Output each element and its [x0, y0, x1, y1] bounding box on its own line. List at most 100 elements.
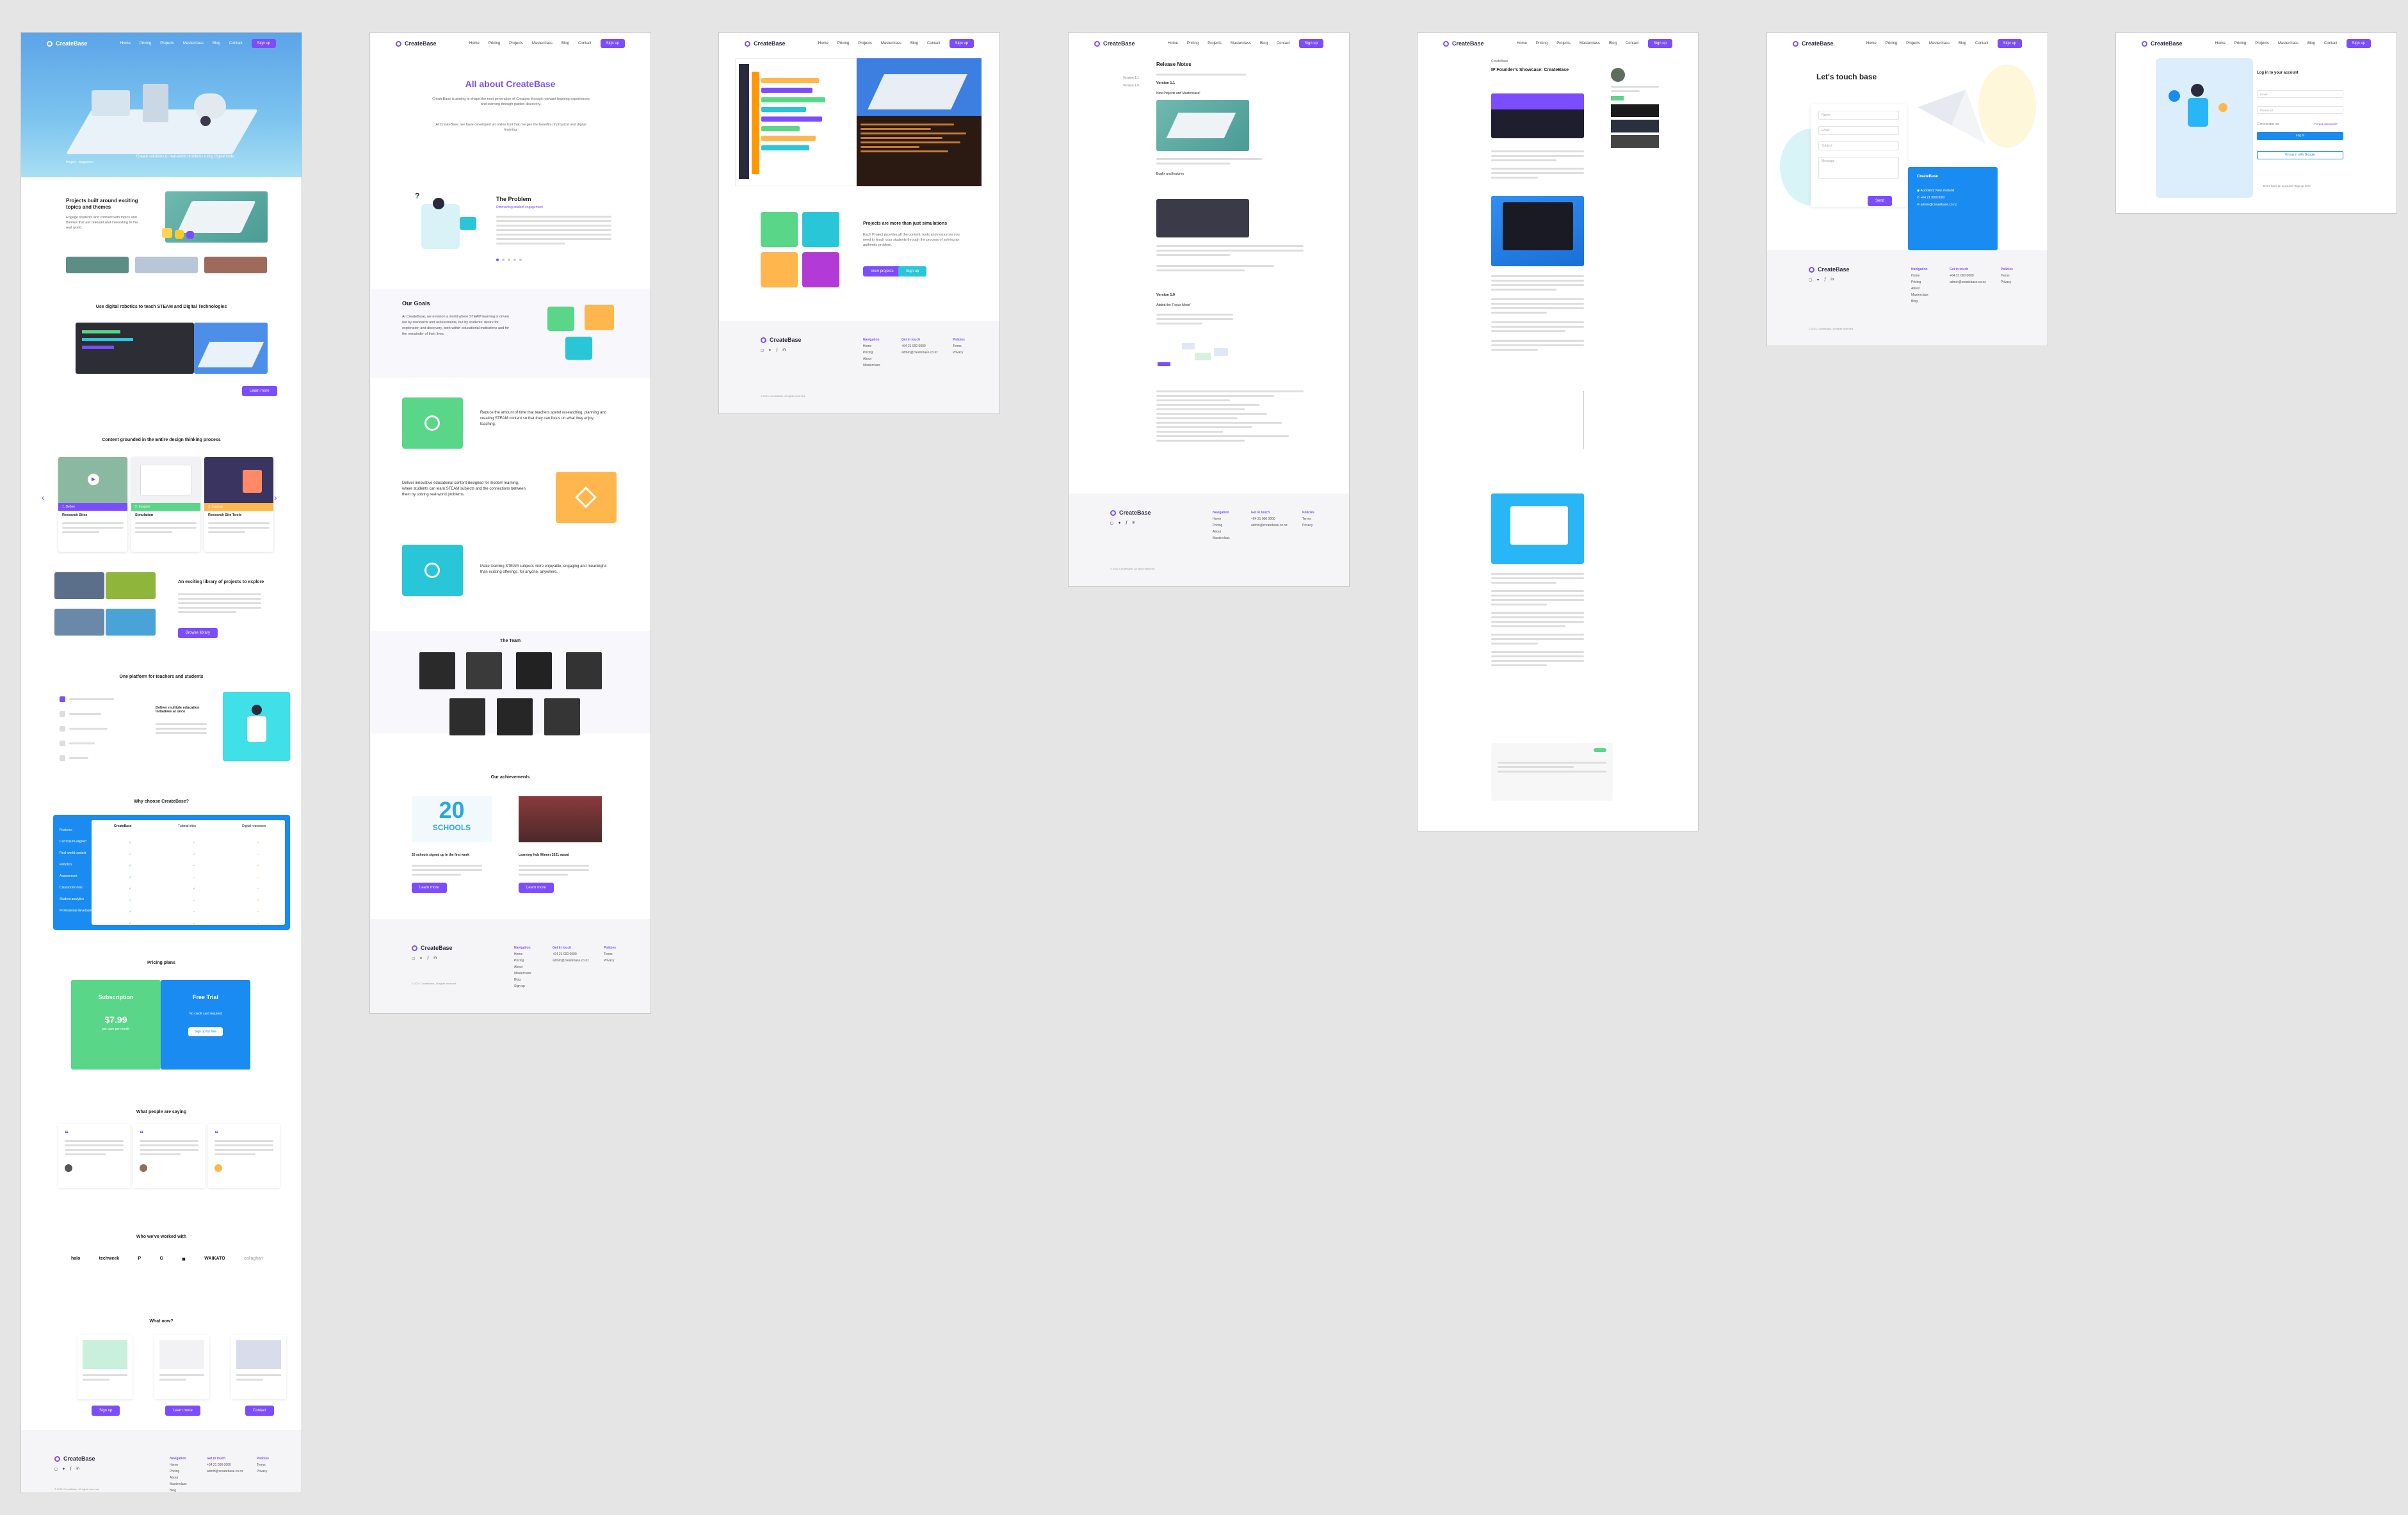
nav-blog[interactable]: Blog — [2307, 42, 2315, 45]
plan-subscription[interactable]: Subscription $7.99 per user per month — [71, 980, 161, 1070]
nav-home[interactable]: Home — [1866, 42, 1877, 45]
nav-blog[interactable]: Blog — [1609, 42, 1617, 45]
nav-masterclass[interactable]: Masterclass — [532, 42, 553, 45]
message-field[interactable]: Message — [1818, 157, 1899, 179]
nav-contact[interactable]: Contact — [2324, 42, 2338, 45]
brand-logo[interactable]: CreateBase — [1443, 40, 1484, 47]
nav-home[interactable]: Home — [1517, 42, 1527, 45]
footer-link[interactable]: Home — [1213, 517, 1221, 521]
signup-button[interactable]: Sign up — [1647, 39, 1672, 48]
footer-link[interactable]: About — [863, 357, 871, 361]
follow-button[interactable] — [1611, 96, 1624, 100]
next-contact-button[interactable]: Contact — [245, 1406, 274, 1416]
facebook-icon[interactable]: ƒ — [70, 1467, 72, 1471]
nav-projects[interactable]: Projects — [2255, 42, 2269, 45]
s3-card-3[interactable]: 3. Improve Research Site Tools — [204, 457, 273, 552]
email-field[interactable]: Email — [1818, 126, 1899, 135]
nav-masterclass[interactable]: Masterclass — [2278, 42, 2299, 45]
footer-link[interactable]: Pricing — [514, 959, 524, 963]
google-login-button[interactable]: G Log in with Google — [2257, 151, 2343, 159]
nav-home[interactable]: Home — [2215, 42, 2226, 45]
nav-blog[interactable]: Blog — [213, 42, 220, 45]
carousel-prev-icon[interactable]: ‹ — [42, 492, 45, 502]
s3-card-2[interactable]: 2. Imagine Simulation — [131, 457, 200, 552]
facebook-icon[interactable]: ƒ — [1824, 278, 1826, 282]
signup-button[interactable]: Sign up — [1997, 39, 2022, 48]
nav-pricing[interactable]: Pricing — [1886, 42, 1897, 45]
nav-projects[interactable]: Projects — [160, 42, 174, 45]
twitter-icon[interactable]: ✦ — [62, 1467, 65, 1471]
footer-link[interactable]: Terms — [953, 344, 962, 348]
footer-link[interactable]: Privacy — [953, 351, 963, 355]
footer-link[interactable]: Masterclass — [863, 364, 880, 367]
brand-logo[interactable]: CreateBase — [47, 40, 88, 47]
nav-home[interactable]: Home — [818, 42, 828, 45]
nav-pricing[interactable]: Pricing — [140, 42, 151, 45]
brand-logo[interactable]: CreateBase — [1094, 40, 1135, 47]
instagram-icon[interactable]: ◻ — [1809, 278, 1812, 282]
play-icon[interactable]: ▶ — [88, 474, 99, 485]
signup-link[interactable]: Don't have an account? Sign up here — [2263, 184, 2311, 188]
footer-link[interactable]: Home — [863, 344, 871, 348]
footer-logo[interactable]: CreateBase — [1809, 266, 1850, 273]
footer-link[interactable]: Privacy — [604, 959, 614, 963]
nav-contact[interactable]: Contact — [927, 42, 941, 45]
nav-home[interactable]: Home — [1168, 42, 1178, 45]
footer-link[interactable]: Masterclass — [170, 1482, 187, 1486]
footer-phone[interactable]: +64 21 000 0000 — [901, 344, 926, 348]
nav-blog[interactable]: Blog — [1260, 42, 1268, 45]
subject-field[interactable]: Subject — [1818, 141, 1899, 150]
footer-link[interactable]: About — [514, 965, 522, 969]
contact-email[interactable]: admin@createbase.co.nz — [1921, 203, 1957, 207]
sidebar-version-link[interactable]: Version 1.0 — [1123, 82, 1139, 90]
footer-link[interactable]: Privacy — [1302, 524, 1313, 527]
nav-projects[interactable]: Projects — [858, 42, 872, 45]
nav-contact[interactable]: Contact — [578, 42, 592, 45]
twitter-icon[interactable]: ✦ — [768, 348, 772, 353]
footer-link[interactable]: About — [1911, 287, 1919, 291]
facebook-icon[interactable]: ƒ — [1126, 521, 1127, 525]
nav-projects[interactable]: Projects — [1208, 42, 1222, 45]
nav-projects[interactable]: Projects — [1556, 42, 1571, 45]
contact-phone[interactable]: +64 21 000 0000 — [1921, 196, 1945, 200]
send-button[interactable]: Send — [1868, 196, 1893, 206]
linkedin-icon[interactable]: in — [76, 1467, 79, 1471]
footer-link[interactable]: About — [170, 1476, 178, 1480]
footer-link[interactable]: Blog — [1911, 300, 1918, 303]
name-field[interactable]: Name — [1818, 111, 1899, 120]
linkedin-icon[interactable]: in — [1132, 521, 1135, 525]
brand-logo[interactable]: CreateBase — [2142, 40, 2183, 47]
footer-link[interactable]: Masterclass — [514, 972, 531, 975]
instagram-icon[interactable]: ◻ — [1110, 521, 1113, 525]
nav-contact[interactable]: Contact — [1975, 42, 1989, 45]
view-projects-button[interactable]: View projects — [863, 266, 901, 277]
signup-button[interactable]: Sign up — [251, 39, 276, 48]
nav-masterclass[interactable]: Masterclass — [1929, 42, 1950, 45]
twitter-icon[interactable]: ✦ — [1816, 278, 1820, 282]
nav-masterclass[interactable]: Masterclass — [1231, 42, 1251, 45]
footer-link[interactable]: Blog — [514, 978, 521, 982]
linkedin-icon[interactable]: in — [1830, 278, 1834, 282]
footer-phone[interactable]: +64 21 000 0000 — [207, 1463, 231, 1467]
nav-contact[interactable]: Contact — [229, 42, 243, 45]
carousel-dots[interactable] — [496, 259, 522, 261]
nav-contact[interactable]: Contact — [1626, 42, 1639, 45]
twitter-icon[interactable]: ✦ — [1118, 521, 1121, 525]
footer-email[interactable]: admin@createbase.co.nz — [1251, 524, 1288, 527]
signup-button[interactable]: Sign up — [1298, 39, 1323, 48]
footer-link[interactable]: Privacy — [2001, 280, 2011, 284]
footer-link[interactable]: Home — [1911, 274, 1919, 278]
next-learn-button[interactable]: Learn more — [165, 1406, 200, 1416]
footer-phone[interactable]: +64 21 000 0000 — [553, 952, 577, 956]
nav-projects[interactable]: Projects — [1906, 42, 1920, 45]
nav-pricing[interactable]: Pricing — [2234, 42, 2246, 45]
footer-link[interactable]: Masterclass — [1911, 293, 1928, 297]
twitter-icon[interactable]: ✦ — [419, 956, 423, 961]
instagram-icon[interactable]: ◻ — [412, 956, 415, 961]
login-password-field[interactable]: Password — [2257, 106, 2343, 114]
footer-email[interactable]: admin@createbase.co.nz — [553, 959, 589, 963]
plan-free-trial[interactable]: Free Trial No credit card required Sign … — [161, 980, 250, 1070]
footer-link[interactable]: Home — [514, 952, 522, 956]
footer-link[interactable]: About — [1213, 530, 1221, 534]
sidebar-version-link[interactable]: Version 1.1 — [1123, 74, 1139, 82]
